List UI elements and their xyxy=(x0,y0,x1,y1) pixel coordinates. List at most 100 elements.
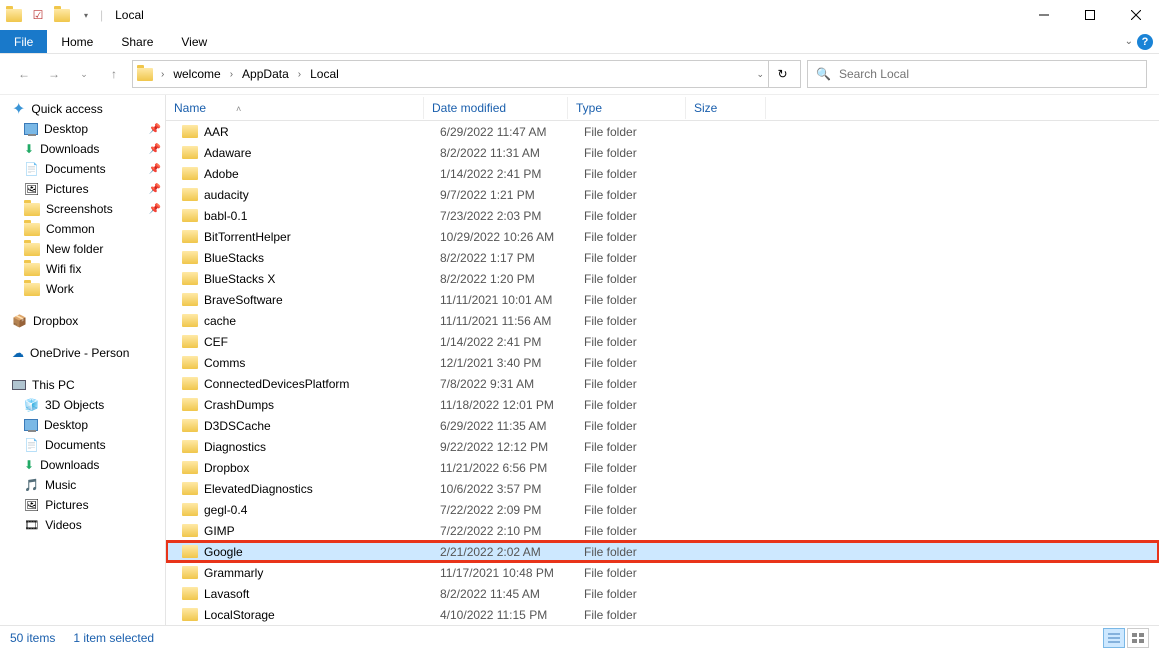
file-row[interactable]: Adaware 8/2/2022 11:31 AM File folder xyxy=(166,142,1159,163)
file-row[interactable]: BlueStacks X 8/2/2022 1:20 PM File folde… xyxy=(166,268,1159,289)
file-row[interactable]: Google 2/21/2022 2:02 AM File folder xyxy=(166,541,1159,562)
file-row[interactable]: Diagnostics 9/22/2022 12:12 PM File fold… xyxy=(166,436,1159,457)
minimize-button[interactable] xyxy=(1021,0,1067,30)
file-row[interactable]: BlueStacks 8/2/2022 1:17 PM File folder xyxy=(166,247,1159,268)
ribbon-collapse-icon[interactable]: ⌄ xyxy=(1125,36,1133,47)
file-row[interactable]: Grammarly 11/17/2021 10:48 PM File folde… xyxy=(166,562,1159,583)
file-type: File folder xyxy=(576,335,694,349)
nav-item[interactable]: Desktop xyxy=(0,415,165,435)
qat-dropdown-icon[interactable]: ▾ xyxy=(76,5,96,25)
file-row[interactable]: LocalStorage 4/10/2022 11:15 PM File fol… xyxy=(166,604,1159,625)
file-row[interactable]: audacity 9/7/2022 1:21 PM File folder xyxy=(166,184,1159,205)
file-row[interactable]: GIMP 7/22/2022 2:10 PM File folder xyxy=(166,520,1159,541)
nav-this-pc[interactable]: This PC xyxy=(0,375,165,395)
file-row[interactable]: ConnectedDevicesPlatform 7/8/2022 9:31 A… xyxy=(166,373,1159,394)
nav-item[interactable]: ⬇Downloads📌 xyxy=(0,139,165,159)
address-bar[interactable]: › welcome › AppData › Local ⌄ ↻ xyxy=(132,60,801,88)
file-row[interactable]: CrashDumps 11/18/2022 12:01 PM File fold… xyxy=(166,394,1159,415)
nav-quick-access[interactable]: ✦Quick access xyxy=(0,99,165,119)
pin-icon: 📌 xyxy=(149,124,161,135)
file-row[interactable]: cache 11/11/2021 11:56 AM File folder xyxy=(166,310,1159,331)
view-icons-button[interactable] xyxy=(1127,628,1149,648)
nav-item[interactable]: Common xyxy=(0,219,165,239)
nav-item[interactable]: Work xyxy=(0,279,165,299)
folder-icon xyxy=(182,398,198,411)
history-dropdown-icon[interactable]: ⌄ xyxy=(72,62,96,86)
file-name: cache xyxy=(204,314,236,328)
file-name: gegl-0.4 xyxy=(204,503,247,517)
chevron-right-icon[interactable]: › xyxy=(226,69,237,80)
file-row[interactable]: gegl-0.4 7/22/2022 2:09 PM File folder xyxy=(166,499,1159,520)
maximize-button[interactable] xyxy=(1067,0,1113,30)
nav-item[interactable]: 🎵Music xyxy=(0,475,165,495)
nav-item[interactable]: 📄Documents📌 xyxy=(0,159,165,179)
nav-item[interactable]: 🖼Pictures xyxy=(0,495,165,515)
close-button[interactable] xyxy=(1113,0,1159,30)
folder-icon xyxy=(24,223,40,236)
chevron-right-icon[interactable]: › xyxy=(157,69,168,80)
pc-icon xyxy=(12,380,26,390)
nav-label: Documents xyxy=(45,162,106,176)
file-row[interactable]: CEF 1/14/2022 2:41 PM File folder xyxy=(166,331,1159,352)
ribbon: File Home Share View ⌄ ? xyxy=(0,30,1159,54)
col-name[interactable]: Name˄ xyxy=(166,97,424,119)
folder-icon xyxy=(182,377,198,390)
star-icon: ✦ xyxy=(12,99,25,119)
file-row[interactable]: Lavasoft 8/2/2022 11:45 AM File folder xyxy=(166,583,1159,604)
nav-label: OneDrive - Person xyxy=(30,346,129,360)
nav-item[interactable]: New folder xyxy=(0,239,165,259)
nav-dropbox[interactable]: 📦Dropbox xyxy=(0,311,165,331)
pin-icon: 📌 xyxy=(149,144,161,155)
forward-button[interactable]: → xyxy=(42,62,66,86)
address-dropdown-icon[interactable]: ⌄ xyxy=(756,69,764,80)
file-row[interactable]: Comms 12/1/2021 3:40 PM File folder xyxy=(166,352,1159,373)
nav-onedrive[interactable]: ☁OneDrive - Person xyxy=(0,343,165,363)
file-name: LocalStorage xyxy=(204,608,275,622)
tab-file[interactable]: File xyxy=(0,30,47,53)
search-box[interactable]: 🔍 xyxy=(807,60,1147,88)
nav-pane[interactable]: ✦Quick access Desktop📌⬇Downloads📌📄Docume… xyxy=(0,95,166,625)
file-row[interactable]: babl-0.1 7/23/2022 2:03 PM File folder xyxy=(166,205,1159,226)
file-date: 6/29/2022 11:47 AM xyxy=(432,125,576,139)
refresh-button[interactable]: ↻ xyxy=(768,60,796,88)
file-name: Grammarly xyxy=(204,566,263,580)
file-row[interactable]: D3DSCache 6/29/2022 11:35 AM File folder xyxy=(166,415,1159,436)
nav-item[interactable]: Desktop📌 xyxy=(0,119,165,139)
help-icon[interactable]: ? xyxy=(1137,34,1153,50)
file-row[interactable]: ElevatedDiagnostics 10/6/2022 3:57 PM Fi… xyxy=(166,478,1159,499)
search-input[interactable] xyxy=(839,67,1138,81)
dropbox-icon: 📦 xyxy=(12,314,27,328)
tab-home[interactable]: Home xyxy=(47,30,107,53)
file-date: 10/6/2022 3:57 PM xyxy=(432,482,576,496)
file-type: File folder xyxy=(576,608,694,622)
back-button[interactable]: ← xyxy=(12,62,36,86)
properties-icon[interactable]: ☑ xyxy=(28,5,48,25)
file-row[interactable]: Adobe 1/14/2022 2:41 PM File folder xyxy=(166,163,1159,184)
view-details-button[interactable] xyxy=(1103,628,1125,648)
chevron-right-icon[interactable]: › xyxy=(294,69,305,80)
nav-label: Wifi fix xyxy=(46,262,81,276)
col-size[interactable]: Size xyxy=(686,97,766,119)
nav-item[interactable]: 📄Documents xyxy=(0,435,165,455)
breadcrumb-seg[interactable]: Local xyxy=(309,67,340,81)
up-button[interactable]: ↑ xyxy=(102,62,126,86)
tab-share[interactable]: Share xyxy=(107,30,167,53)
nav-item[interactable]: Screenshots📌 xyxy=(0,199,165,219)
file-row[interactable]: BraveSoftware 11/11/2021 10:01 AM File f… xyxy=(166,289,1159,310)
nav-item[interactable]: 🎞Videos xyxy=(0,515,165,535)
file-row[interactable]: Dropbox 11/21/2022 6:56 PM File folder xyxy=(166,457,1159,478)
pin-icon: 📌 xyxy=(149,164,161,175)
nav-item[interactable]: 🧊3D Objects xyxy=(0,395,165,415)
col-date[interactable]: Date modified xyxy=(424,97,568,119)
breadcrumb-seg[interactable]: welcome xyxy=(172,67,221,81)
file-row[interactable]: AAR 6/29/2022 11:47 AM File folder xyxy=(166,121,1159,142)
new-folder-icon[interactable] xyxy=(52,5,72,25)
col-type[interactable]: Type xyxy=(568,97,686,119)
file-list[interactable]: Name˄ Date modified Type Size AAR 6/29/2… xyxy=(166,95,1159,625)
file-row[interactable]: BitTorrentHelper 10/29/2022 10:26 AM Fil… xyxy=(166,226,1159,247)
nav-item[interactable]: Wifi fix xyxy=(0,259,165,279)
breadcrumb-seg[interactable]: AppData xyxy=(241,67,290,81)
tab-view[interactable]: View xyxy=(167,30,221,53)
nav-item[interactable]: 🖼Pictures📌 xyxy=(0,179,165,199)
nav-item[interactable]: ⬇Downloads xyxy=(0,455,165,475)
